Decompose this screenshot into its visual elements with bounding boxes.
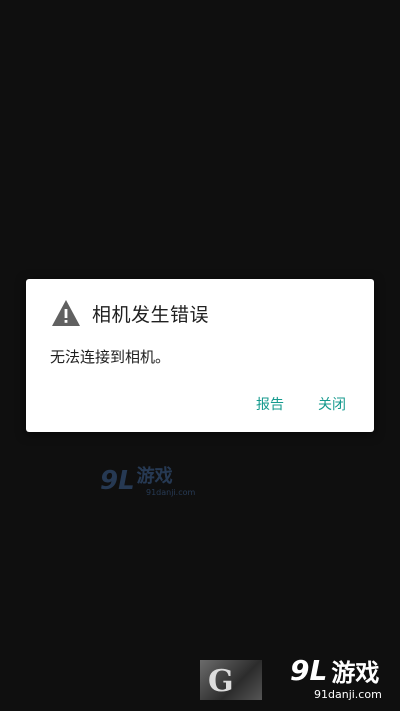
watermark-corner-row: 9L 游戏 (290, 654, 396, 687)
watermark-corner-url: 91danji.com (314, 688, 382, 701)
watermark-logo: 9L (100, 466, 135, 496)
watermark-thumbnail: G (200, 660, 262, 700)
watermark-url: 91danji.com (146, 488, 196, 497)
dialog-header: 相机发生错误 (51, 297, 209, 329)
watermark-corner-logo: 9L (290, 654, 328, 687)
screen: 相机发生错误 无法连接到相机。 报告 关闭 9L 游戏 91danji.com … (0, 0, 400, 711)
dialog-message: 无法连接到相机。 (50, 348, 171, 366)
watermark-corner: 9L 游戏 91danji.com (290, 657, 396, 707)
close-button[interactable]: 关闭 (318, 394, 346, 414)
watermark-center: 9L 游戏 91danji.com (100, 466, 195, 498)
thumbnail-letter: G (208, 664, 234, 699)
dialog-title: 相机发生错误 (92, 303, 210, 326)
dialog-actions: 报告 关闭 (256, 394, 346, 414)
watermark-name: 游戏 (136, 466, 173, 487)
report-button[interactable]: 报告 (256, 394, 284, 414)
camera-error-dialog: 相机发生错误 无法连接到相机。 报告 关闭 (26, 279, 374, 432)
warning-icon (51, 299, 81, 327)
watermark-corner-name: 游戏 (331, 659, 380, 687)
